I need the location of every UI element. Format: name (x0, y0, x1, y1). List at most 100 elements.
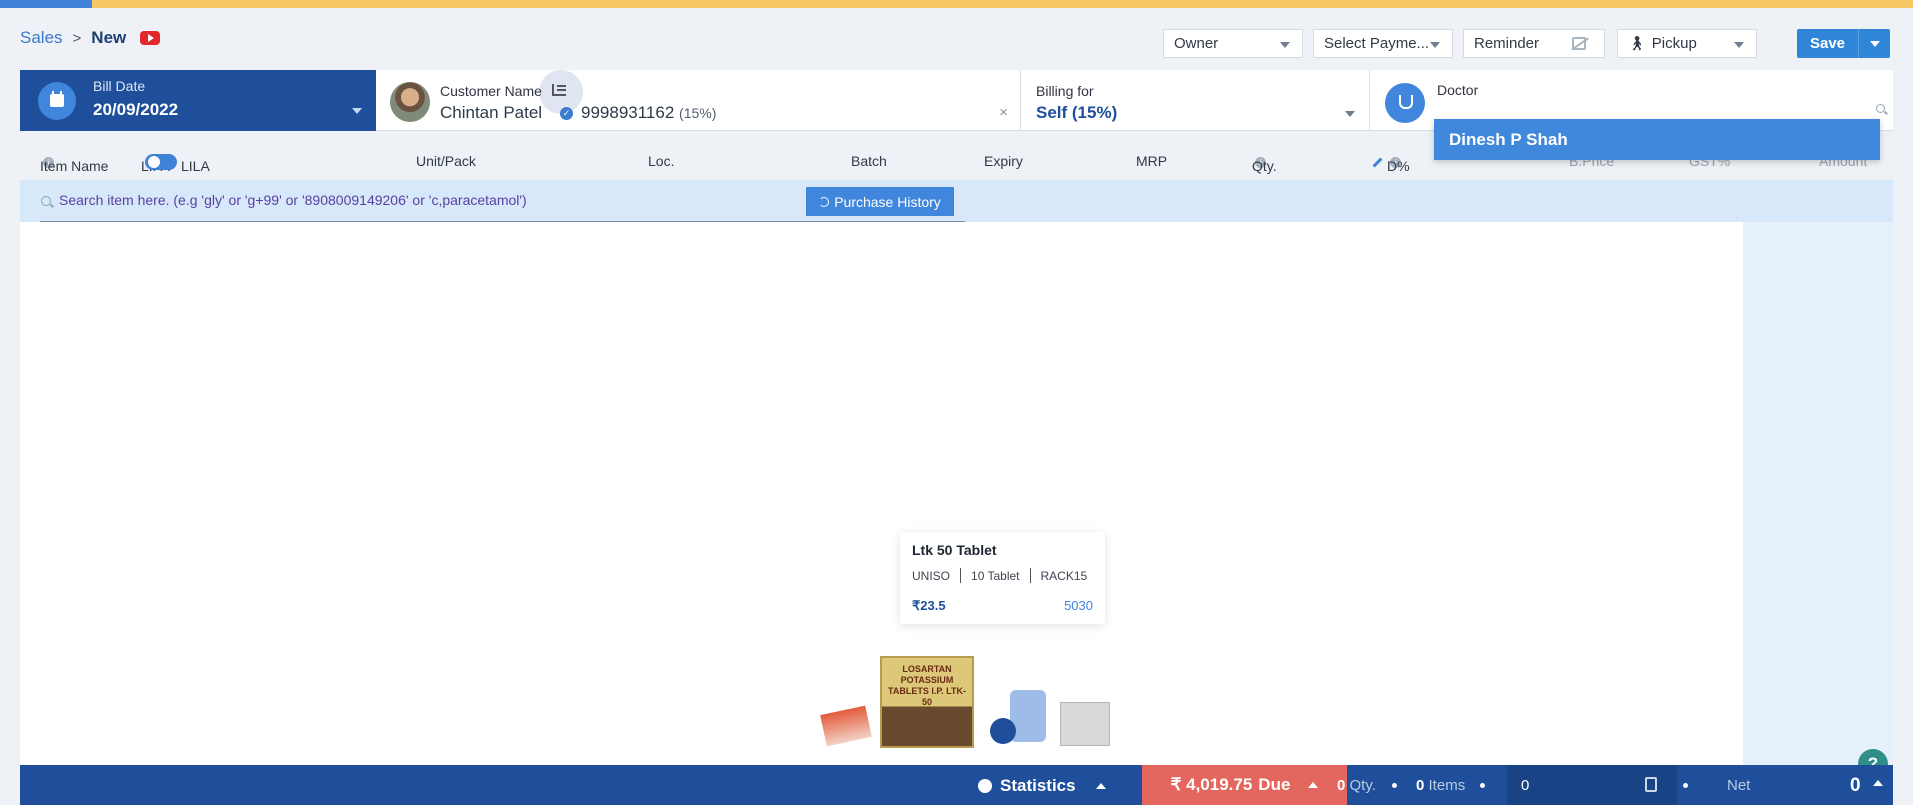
billing-for-value: Self (15%) (1036, 103, 1118, 122)
net-value: 0 (1850, 775, 1861, 796)
col-discount-label: D% (1387, 158, 1410, 174)
customer-field[interactable]: Customer Name Chintan Patel ✓ 9998931162… (376, 70, 1021, 131)
purchase-history-button[interactable]: Purchase History (806, 187, 954, 216)
search-underline (40, 221, 965, 222)
col-item-name-label: Item Name (40, 158, 109, 174)
owner-select[interactable]: Owner (1163, 29, 1303, 58)
customer-discount: (15%) (679, 105, 717, 121)
calculator-icon[interactable] (1645, 777, 1657, 792)
product-manufacturer: UNISO (912, 568, 951, 583)
col-item-name: Item Name i (40, 153, 108, 174)
search-icon[interactable] (1876, 104, 1885, 113)
product-pack: 10 Tablet (971, 568, 1020, 583)
customer-ledger-icon[interactable] (552, 84, 566, 96)
product-name: Ltk 50 Tablet (912, 542, 997, 558)
doctor-dropdown-option[interactable]: Dinesh P Shah (1434, 119, 1880, 160)
col-batch: Batch (851, 153, 887, 169)
product-meta: UNISO 10 Tablet RACK15 (912, 568, 1093, 583)
subtotal-value: 0 (1521, 777, 1530, 794)
history-icon (819, 196, 830, 207)
blister-pack-image (1060, 702, 1110, 746)
statistics-label: Statistics (1000, 776, 1076, 795)
net-label: Net (1727, 777, 1751, 794)
col-expiry: Expiry (984, 153, 1023, 169)
owner-select-label: Owner (1174, 35, 1219, 52)
delivery-select[interactable]: 🚶︎ Pickup (1617, 29, 1757, 58)
product-preview-card: Ltk 50 Tablet UNISO 10 Tablet RACK15 ₹23… (900, 532, 1105, 624)
total-items-label: Items (1428, 777, 1466, 794)
user-stats-icon (978, 779, 992, 793)
payment-select[interactable]: Select Payme... (1313, 29, 1453, 58)
chevron-up-icon (1095, 783, 1106, 789)
bill-date-field[interactable]: Bill Date 20/09/2022 (20, 70, 376, 131)
due-label: Due (1258, 775, 1291, 794)
delivery-select-label: Pickup (1651, 35, 1697, 52)
medicine-box-image: LOSARTAN POTASSIUM TABLETS I.P. LTK-50 (880, 656, 974, 748)
separator-dot (1683, 783, 1688, 788)
calendar-icon-circle (38, 82, 76, 120)
reminder-label: Reminder (1474, 35, 1540, 52)
chevron-up-icon[interactable] (1873, 780, 1883, 786)
divider (960, 568, 962, 583)
amount-column-strip (1743, 180, 1893, 765)
youtube-icon[interactable] (140, 31, 161, 45)
save-button[interactable]: Save (1797, 29, 1858, 58)
medicine-box-text: LOSARTAN POTASSIUM TABLETS I.P. LTK-50 (888, 664, 966, 707)
calendar-off-icon[interactable] (1572, 37, 1586, 50)
total-qty-label: Qty. (1349, 777, 1376, 794)
total-items-value: 0 (1416, 777, 1425, 794)
chevron-up-icon (1308, 782, 1319, 788)
customer-name-label: Customer Name (440, 83, 542, 99)
divider (1029, 568, 1031, 583)
clear-customer-icon[interactable]: × (999, 104, 1008, 121)
save-button-group: Save (1797, 29, 1890, 58)
top-loading-bar (0, 0, 1913, 8)
product-rack: RACK15 (1040, 568, 1088, 583)
payment-select-label: Select Payme... (1324, 35, 1430, 52)
billing-for-label: Billing for (1036, 83, 1094, 99)
chevron-down-icon (1280, 42, 1290, 48)
total-items: 0 Items (1416, 777, 1465, 794)
stethoscope-icon (1385, 83, 1425, 123)
product-price: ₹23.5 (912, 598, 946, 613)
due-amount-toggle[interactable]: ₹ 4,019.75 Due (1142, 765, 1347, 805)
statistics-toggle[interactable]: Statistics (978, 776, 1106, 796)
billing-for-select[interactable]: Billing for Self (15%) (1022, 70, 1370, 131)
reminder-field[interactable]: Reminder (1463, 29, 1605, 58)
item-search-input[interactable] (59, 192, 759, 208)
col-discount: D% i (1372, 153, 1410, 174)
lifa-lila-toggle-group: LIFALILA (141, 153, 210, 174)
pencil-icon[interactable] (1372, 157, 1383, 168)
bill-footer: Statistics ₹ 4,019.75 Due 0 Qty. 0 Items… (20, 765, 1893, 805)
breadcrumb-sales-link[interactable]: Sales (20, 28, 63, 48)
save-options-dropdown[interactable] (1858, 29, 1890, 58)
product-code: 5030 (1064, 598, 1093, 613)
chevron-down-icon (1430, 42, 1440, 48)
col-qty: Qty. i (1252, 153, 1277, 174)
purchase-history-label: Purchase History (834, 193, 941, 210)
pill-image (990, 718, 1016, 744)
total-qty: 0 Qty. (1337, 777, 1376, 794)
col-mrp: MRP (1136, 153, 1168, 169)
chevron-down-icon[interactable] (352, 108, 362, 114)
item-search-row: Purchase History (20, 180, 1893, 222)
due-amount: ₹ 4,019.75 (1170, 775, 1253, 794)
search-icon (41, 196, 51, 206)
separator-dot (1392, 783, 1397, 788)
separator-dot (1480, 783, 1485, 788)
col-unit-pack: Unit/Pack (416, 153, 476, 169)
lifa-lila-toggle[interactable] (145, 154, 177, 171)
breadcrumb: Sales > New (20, 28, 161, 48)
col-loc: Loc. (648, 153, 675, 169)
breadcrumb-current: New (91, 28, 127, 47)
customer-avatar (390, 82, 430, 122)
verified-check-icon: ✓ (560, 107, 573, 120)
doctor-label: Doctor (1437, 82, 1479, 98)
calendar-icon (50, 91, 64, 107)
walking-person-icon: 🚶︎ (1628, 35, 1646, 51)
chevron-down-icon (1734, 42, 1744, 48)
lila-label: LILA (181, 158, 210, 174)
bill-date-value[interactable]: 20/09/2022 (93, 100, 178, 120)
chevron-right-icon: > (72, 29, 82, 47)
customer-phone: 9998931162 (15%) (581, 103, 716, 123)
